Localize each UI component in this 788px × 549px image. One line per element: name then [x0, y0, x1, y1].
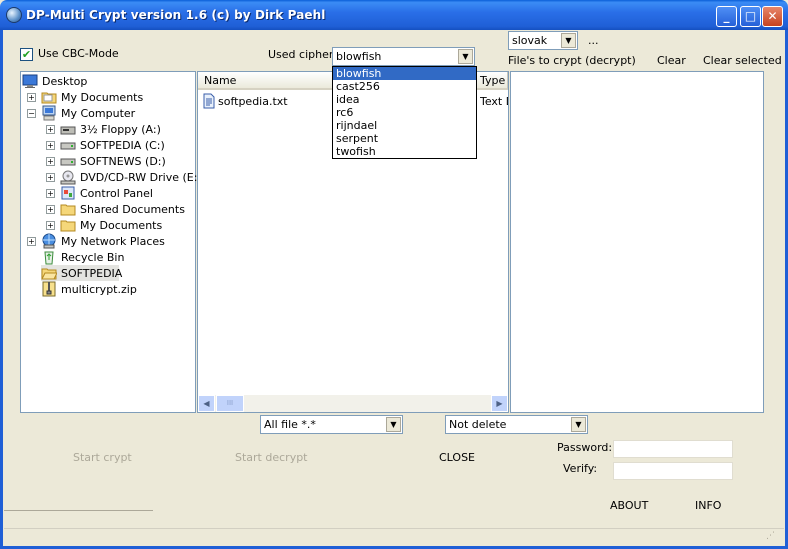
expand-icon[interactable]: +: [46, 157, 55, 166]
cipher-option-blowfish[interactable]: blowfish: [333, 67, 476, 80]
clear-button[interactable]: Clear: [657, 54, 686, 67]
language-select-value: slovak: [512, 34, 548, 47]
bottom-strip: [4, 528, 784, 546]
close-window-button[interactable]: ✕: [762, 6, 783, 27]
collapse-icon[interactable]: −: [27, 109, 36, 118]
clear-selected-button[interactable]: Clear selected: [703, 54, 782, 67]
computer-icon: [42, 105, 56, 121]
zip-icon: [42, 281, 56, 297]
password-field[interactable]: [613, 440, 733, 458]
scroll-left-icon[interactable]: ◀: [198, 395, 215, 412]
tree-item-label: Desktop: [42, 75, 88, 88]
start-decrypt-button[interactable]: Start decrypt: [235, 451, 308, 464]
about-button[interactable]: ABOUT: [610, 499, 648, 512]
cipher-option-idea[interactable]: idea: [333, 93, 476, 106]
desktop-icon: [22, 74, 38, 88]
folder-tree[interactable]: Desktop + My Documents − My Computer + 3…: [20, 71, 202, 413]
tree-item-label: My Documents: [61, 91, 144, 104]
maximize-button[interactable]: □: [740, 6, 761, 27]
tree-item-label: My Network Places: [61, 235, 165, 248]
cipher-label: Used cipher: [268, 48, 334, 61]
folder-icon: [60, 204, 76, 216]
tree-item-softpedia[interactable]: SOFTPEDIA: [41, 265, 123, 281]
expand-icon[interactable]: +: [46, 173, 55, 182]
info-button[interactable]: INFO: [695, 499, 721, 512]
scroll-right-icon[interactable]: ▶: [491, 395, 508, 412]
tree-item-label: My Documents: [80, 219, 163, 232]
drive-icon: [60, 142, 76, 150]
chevron-down-icon[interactable]: ▼: [561, 33, 576, 48]
delete-mode-value: Not delete: [449, 418, 507, 431]
floppy-icon: [60, 126, 76, 135]
cbc-mode-label: Use CBC-Mode: [38, 47, 119, 60]
cipher-option-twofish[interactable]: twofish: [333, 145, 476, 158]
cd-drive-icon: [60, 170, 76, 185]
chevron-down-icon[interactable]: ▼: [458, 49, 473, 64]
network-icon: [42, 233, 56, 249]
files-to-crypt-label: File's to crypt (decrypt): [508, 54, 636, 67]
horizontal-scrollbar[interactable]: ◀ III ▶: [198, 395, 508, 412]
resize-grip-icon[interactable]: ⋰: [766, 531, 775, 541]
window-title: DP-Multi Crypt version 1.6 (c) by Dirk P…: [26, 8, 326, 22]
cipher-option-cast256[interactable]: cast256: [333, 80, 476, 93]
tree-item-label: Recycle Bin: [61, 251, 125, 264]
expand-icon[interactable]: +: [27, 237, 36, 246]
expand-icon[interactable]: +: [46, 221, 55, 230]
column-header-type[interactable]: Type: [474, 72, 508, 90]
folder-icon: [41, 92, 57, 104]
tree-item-label: multicrypt.zip: [61, 283, 137, 296]
status-bar: [4, 510, 153, 527]
tree-item-label: My Computer: [61, 107, 136, 120]
text-file-icon: [203, 93, 215, 109]
expand-icon[interactable]: +: [46, 205, 55, 214]
expand-icon[interactable]: +: [46, 189, 55, 198]
tree-item-label: SOFTPEDIA: [61, 267, 123, 280]
scrollbar-thumb[interactable]: III: [216, 395, 244, 412]
password-label: Password:: [557, 441, 613, 454]
delete-mode-select[interactable]: Not delete ▼: [445, 415, 588, 434]
language-more-button[interactable]: ...: [588, 34, 599, 47]
file-name: softpedia.txt: [218, 95, 288, 108]
file-type: Text D: [480, 95, 508, 108]
control-panel-icon: [61, 186, 75, 200]
tree-item-label: Control Panel: [80, 187, 153, 200]
tree-item-label: SOFTPEDIA (C:): [80, 139, 165, 152]
expand-icon[interactable]: +: [46, 141, 55, 150]
tree-item-label: DVD/CD-RW Drive (E:): [80, 171, 202, 184]
recycle-bin-icon: [44, 251, 54, 265]
cipher-select[interactable]: blowfish ▼: [332, 47, 475, 66]
drive-icon: [60, 158, 76, 166]
cbc-mode-checkbox[interactable]: ✔: [20, 48, 33, 61]
tree-item-label: Shared Documents: [80, 203, 185, 216]
tree-item-label: SOFTNEWS (D:): [80, 155, 166, 168]
language-select[interactable]: slovak ▼: [508, 31, 578, 50]
folder-icon: [60, 220, 76, 232]
file-filter-select[interactable]: All file *.* ▼: [260, 415, 403, 434]
cipher-dropdown-list[interactable]: blowfish cast256 idea rc6 rijndael serpe…: [332, 66, 477, 159]
chevron-down-icon[interactable]: ▼: [571, 417, 586, 432]
files-to-crypt-list[interactable]: [510, 71, 764, 413]
app-icon[interactable]: [6, 7, 22, 23]
file-filter-value: All file *.*: [264, 418, 316, 431]
folder-open-icon: [41, 268, 57, 280]
cipher-option-serpent[interactable]: serpent: [333, 132, 476, 145]
expand-icon[interactable]: +: [27, 93, 36, 102]
start-crypt-button[interactable]: Start crypt: [73, 451, 132, 464]
tree-item-label: 3½ Floppy (A:): [80, 123, 161, 136]
expand-icon[interactable]: +: [46, 125, 55, 134]
cipher-select-value: blowfish: [336, 50, 382, 63]
minimize-button[interactable]: _: [716, 6, 737, 27]
cipher-option-rijndael[interactable]: rijndael: [333, 119, 476, 132]
verify-field[interactable]: [613, 462, 733, 480]
close-button[interactable]: CLOSE: [439, 451, 475, 464]
verify-label: Verify:: [563, 462, 598, 475]
chevron-down-icon[interactable]: ▼: [386, 417, 401, 432]
cipher-option-rc6[interactable]: rc6: [333, 106, 476, 119]
